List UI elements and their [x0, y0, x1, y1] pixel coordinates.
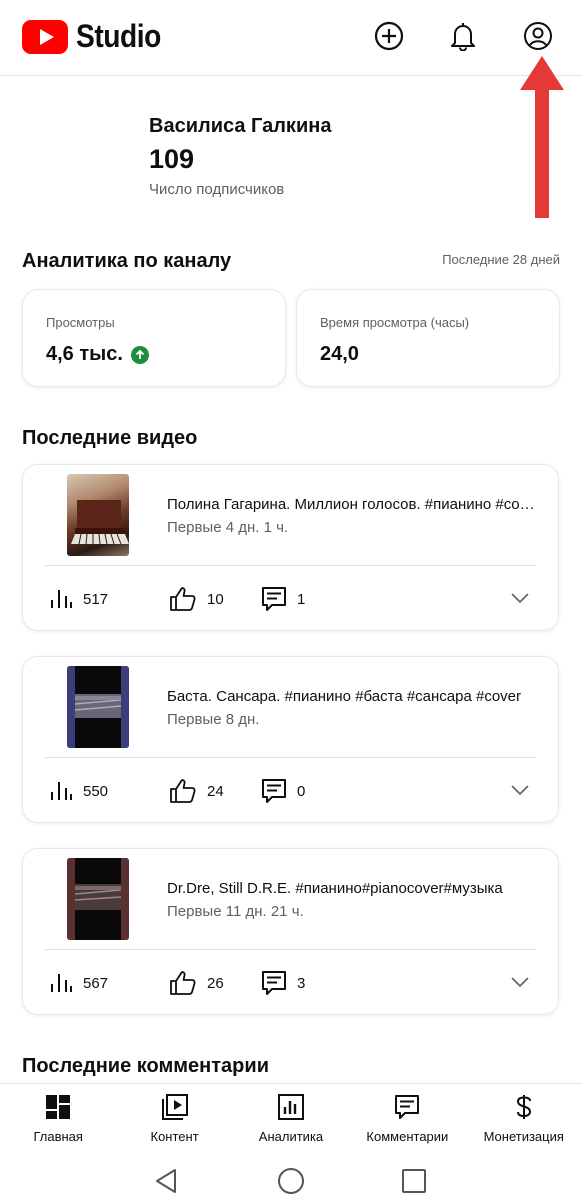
video-thumbnail[interactable]: [67, 666, 129, 748]
channel-name: Василиса Галкина: [149, 115, 332, 137]
divider: [45, 949, 536, 950]
likes-count: 26: [207, 974, 224, 992]
bottom-navigation: Главная Контент Аналитика Комментарии Мо…: [0, 1083, 582, 1153]
monetization-icon: [511, 1094, 537, 1120]
video-period: Первые 8 дн.: [167, 711, 260, 728]
watch-time-value: 24,0: [320, 343, 359, 365]
views-bars-icon: [51, 782, 72, 800]
views-value-row: 4,6 тыс.: [46, 343, 149, 366]
dashboard-icon: [45, 1094, 71, 1120]
annotation-arrow-icon: [520, 56, 564, 218]
subscriber-count: 109: [149, 144, 195, 174]
subscriber-label: Число подписчиков: [149, 181, 285, 198]
comments-count: 3: [297, 974, 306, 992]
likes-count: 10: [207, 590, 224, 608]
comments-stat: 0: [261, 777, 305, 805]
watch-time-card[interactable]: Время просмотра (часы) 24,0: [296, 289, 560, 387]
comments-stat: 3: [261, 969, 305, 997]
recent-comments-title: Последние комментарии: [22, 1055, 269, 1077]
home-icon[interactable]: [277, 1167, 305, 1195]
system-navigation-bar: [0, 1153, 582, 1200]
likes-count: 24: [207, 782, 224, 800]
chevron-down-icon[interactable]: [510, 975, 530, 989]
back-icon[interactable]: [152, 1167, 180, 1195]
video-stats: 517 10 1: [49, 585, 549, 613]
recents-icon[interactable]: [400, 1167, 428, 1195]
video-card[interactable]: Баста. Сансара. #пианино #баста #сансара…: [22, 656, 559, 823]
create-icon[interactable]: [373, 20, 405, 52]
like-icon: [170, 779, 196, 803]
video-period: Первые 4 дн. 1 ч.: [167, 519, 289, 536]
views-count: 567: [83, 974, 109, 992]
comment-icon: [262, 587, 286, 611]
nav-label: Комментарии: [366, 1129, 449, 1144]
views-stat: 550: [49, 777, 108, 805]
nav-label: Монетизация: [483, 1129, 564, 1144]
video-card[interactable]: Полина Гагарина. Миллион голосов. #пиани…: [22, 464, 559, 631]
video-title: Полина Гагарина. Миллион голосов. #пиани…: [167, 496, 539, 513]
likes-stat: 24: [169, 777, 224, 805]
comment-icon: [262, 971, 286, 995]
views-stat: 517: [49, 585, 108, 613]
like-icon: [170, 971, 196, 995]
views-label: Просмотры: [46, 315, 115, 330]
chevron-down-icon[interactable]: [510, 591, 530, 605]
account-icon[interactable]: [522, 20, 554, 52]
analytics-period: Последние 28 дней: [442, 252, 560, 267]
watch-time-label: Время просмотра (часы): [320, 315, 470, 330]
trend-up-icon: [130, 345, 149, 364]
comments-count: 0: [297, 782, 306, 800]
divider: [45, 757, 536, 758]
nav-item-comments[interactable]: Комментарии: [349, 1084, 465, 1153]
video-card[interactable]: Dr.Dre, Still D.R.E. #пианино#pianocover…: [22, 848, 559, 1015]
nav-item-analytics[interactable]: Аналитика: [233, 1084, 349, 1153]
nav-label: Аналитика: [258, 1129, 324, 1144]
chevron-down-icon[interactable]: [510, 783, 530, 797]
views-stat: 567: [49, 969, 108, 997]
likes-stat: 10: [169, 585, 224, 613]
video-title: Баста. Сансара. #пианино #баста #сансара…: [167, 688, 522, 705]
views-card[interactable]: Просмотры 4,6 тыс.: [22, 289, 286, 387]
views-bars-icon: [51, 590, 72, 608]
nav-label: Контент: [150, 1129, 199, 1144]
divider: [45, 565, 536, 566]
nav-item-monetization[interactable]: Монетизация: [466, 1084, 582, 1153]
nav-label: Главная: [33, 1129, 83, 1144]
views-count: 550: [83, 782, 109, 800]
notifications-icon[interactable]: [447, 20, 479, 52]
video-thumbnail[interactable]: [67, 474, 129, 556]
comment-icon: [262, 779, 286, 803]
analytics-title: Аналитика по каналу: [22, 250, 232, 272]
views-bars-icon: [51, 974, 72, 992]
comments-stat: 1: [261, 585, 305, 613]
top-app-bar: Studio: [0, 0, 582, 76]
video-period: Первые 11 дн. 21 ч.: [167, 903, 304, 920]
comments-count: 1: [297, 590, 306, 608]
likes-stat: 26: [169, 969, 224, 997]
youtube-play-icon: [22, 19, 68, 54]
video-stats: 567 26 3: [49, 969, 549, 997]
views-value: 4,6 тыс.: [46, 343, 123, 365]
like-icon: [170, 587, 196, 611]
video-stats: 550 24 0: [49, 777, 549, 805]
video-title: Dr.Dre, Still D.R.E. #пианино#pianocover…: [167, 880, 503, 897]
nav-item-content[interactable]: Контент: [116, 1084, 232, 1153]
views-count: 517: [83, 590, 109, 608]
comments-icon: [394, 1094, 420, 1120]
video-thumbnail[interactable]: [67, 858, 129, 940]
youtube-studio-logo[interactable]: Studio: [22, 18, 173, 55]
nav-item-dashboard[interactable]: Главная: [0, 1084, 116, 1153]
analytics-icon: [277, 1094, 304, 1120]
recent-videos-title: Последние видео: [22, 427, 198, 449]
logo-text: Studio: [76, 18, 161, 54]
content-icon: [161, 1094, 188, 1120]
